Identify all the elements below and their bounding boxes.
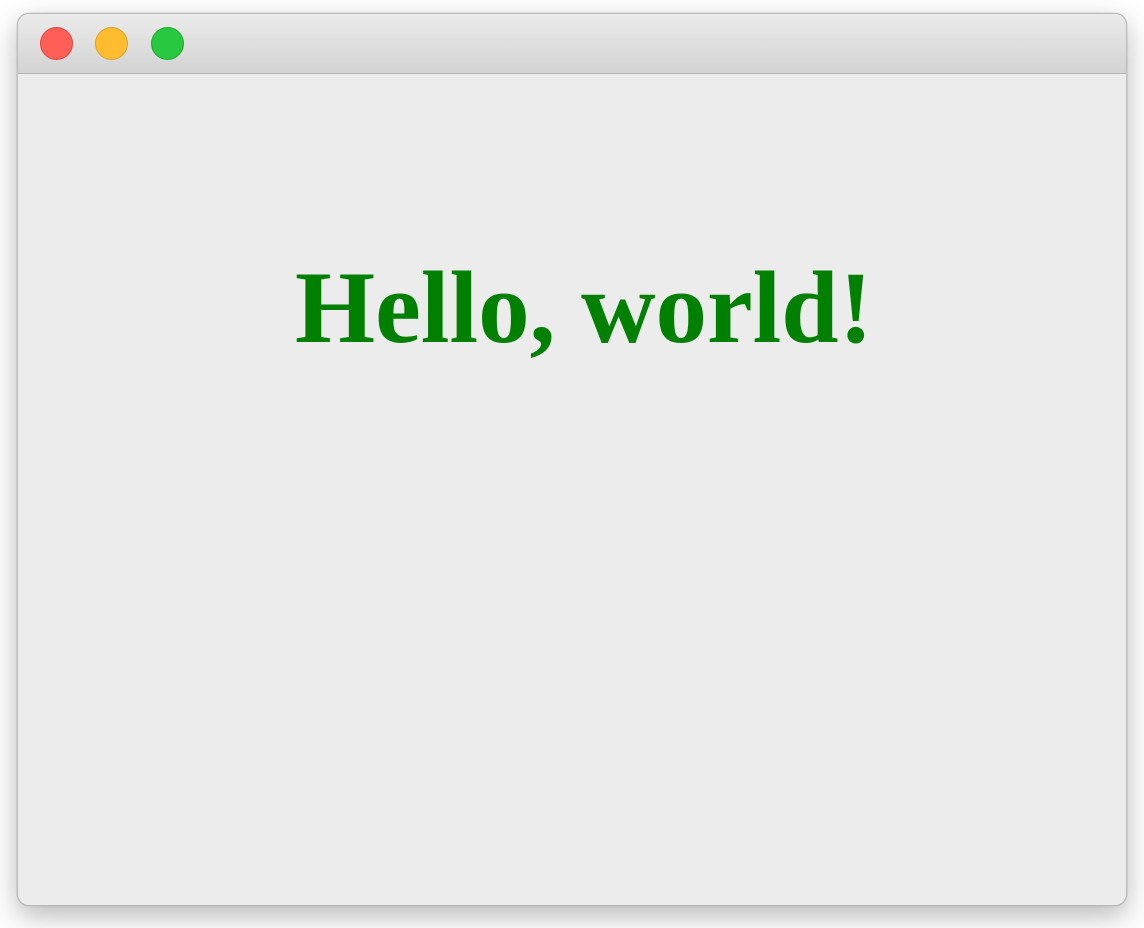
app-window: Hello, world! [17, 13, 1127, 906]
window-content: Hello, world! [18, 74, 1126, 905]
window-titlebar[interactable] [18, 14, 1126, 74]
greeting-heading: Hello, world! [295, 251, 873, 365]
minimize-window-icon[interactable] [95, 27, 128, 60]
zoom-window-icon[interactable] [151, 27, 184, 60]
close-window-icon[interactable] [40, 27, 73, 60]
